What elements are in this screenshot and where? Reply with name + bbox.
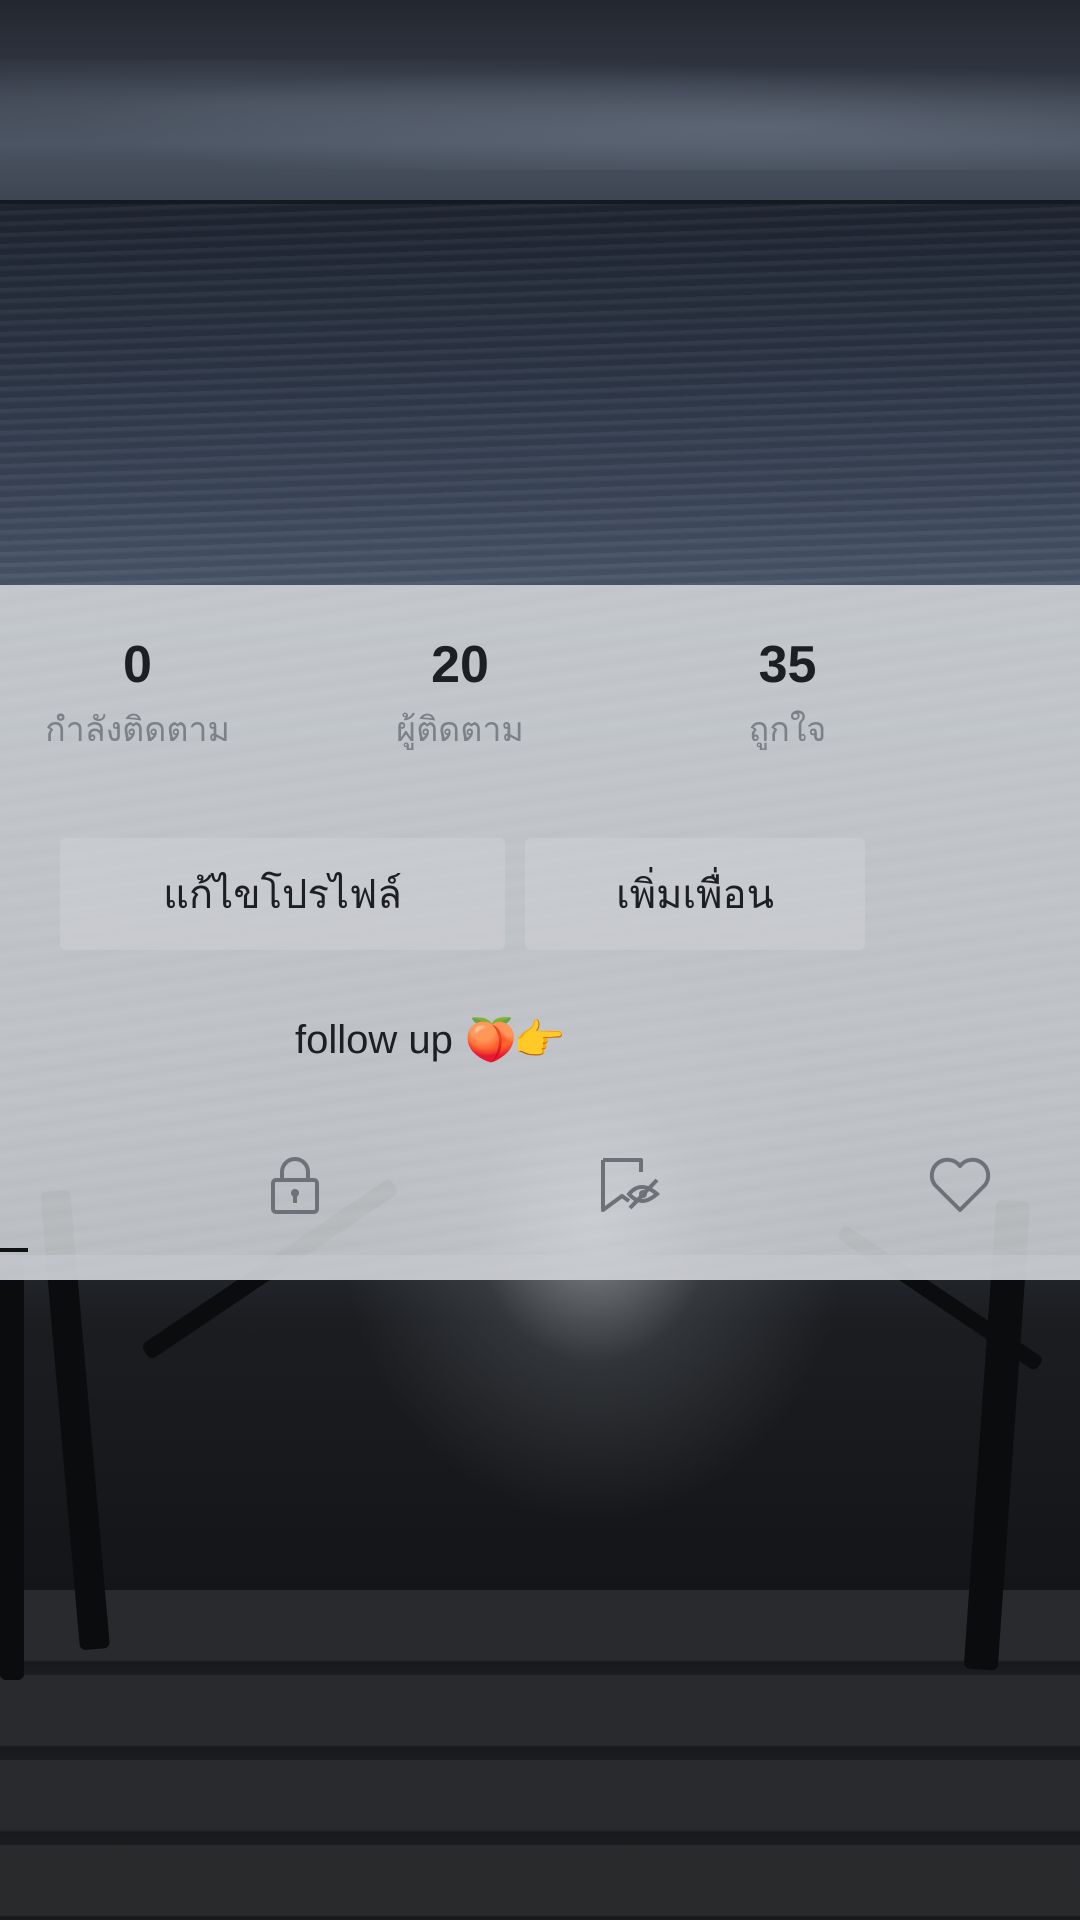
tab-liked-videos[interactable]: [925, 1150, 995, 1220]
edit-profile-button[interactable]: แก้ไขโปรไฟล์: [60, 838, 505, 950]
stat-likes-label: ถูกใจ: [748, 710, 827, 750]
bookmark-hidden-icon: [601, 1158, 661, 1212]
panel-divider: [0, 1255, 1080, 1280]
tab-private-videos[interactable]: [260, 1150, 330, 1220]
background-clouds: [0, 60, 1080, 170]
stat-following-count: 0: [123, 636, 152, 694]
profile-screen: 0 กำลังติดตาม 20 ผู้ติดตาม 35 ถูกใจ แก้ไ…: [0, 0, 1080, 1920]
add-friends-button[interactable]: เพิ่มเพื่อน: [525, 838, 865, 950]
bio-text: follow up: [295, 1017, 453, 1062]
lock-icon: [271, 1157, 319, 1214]
profile-bio: follow up 🍑👉: [295, 1010, 566, 1070]
tab-indicator: [0, 1248, 28, 1252]
stat-followers-count: 20: [431, 636, 489, 694]
background-railing: [0, 1260, 24, 1680]
tab-saved-videos[interactable]: [595, 1150, 665, 1220]
profile-stats: 0 กำลังติดตาม 20 ผู้ติดตาม 35 ถูกใจ: [0, 630, 1080, 770]
stat-likes-count: 35: [758, 636, 817, 694]
stat-following[interactable]: 0 กำลังติดตาม: [10, 630, 265, 760]
stat-following-label: กำลังติดตาม: [45, 710, 230, 750]
stat-followers-label: ผู้ติดตาม: [396, 710, 524, 750]
background-horizon: [0, 200, 1080, 204]
stat-followers[interactable]: 20 ผู้ติดตาม: [360, 630, 560, 760]
background-stairs: [0, 1590, 1080, 1920]
heart-icon: [929, 1157, 991, 1212]
background-sea: [0, 200, 1080, 585]
stat-likes[interactable]: 35 ถูกใจ: [700, 630, 875, 760]
bio-emoji: 🍑👉: [464, 1015, 566, 1063]
